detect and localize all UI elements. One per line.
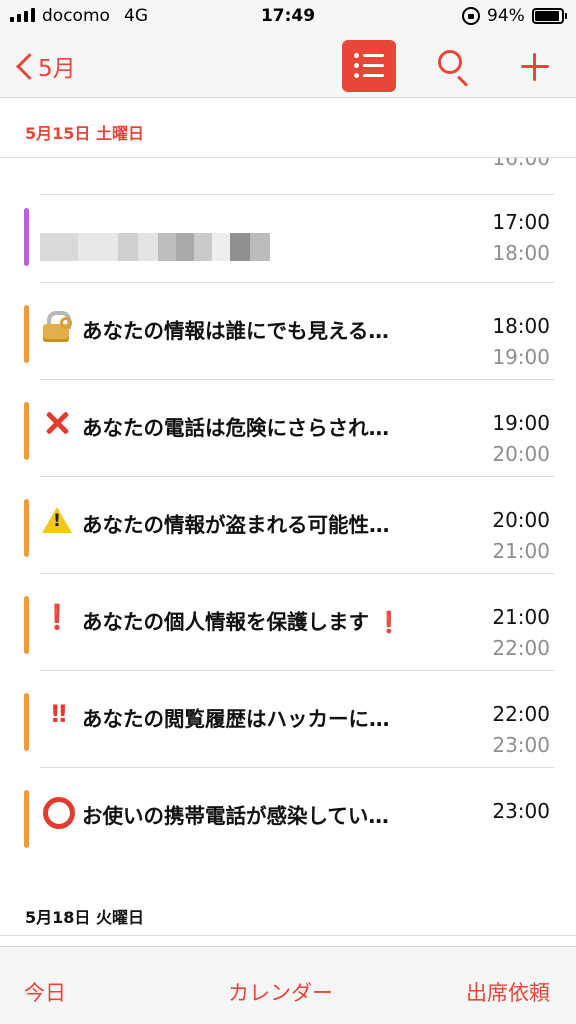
event-row[interactable]: あなたの電話は危険にさらされ… 19:00 20:00 (0, 380, 576, 477)
event-row[interactable]: ❗ あなたの個人情報を保護します ❗ 21:00 22:00 (0, 574, 576, 671)
blurred-event-title (40, 233, 270, 261)
event-row[interactable]: ‼ あなたの閲覧履歴はハッカーに… 22:00 23:00 (0, 671, 576, 768)
event-title: あなたの情報は誰にでも見える… (82, 319, 389, 343)
exclamation-icon: ❗ (42, 603, 72, 631)
event-end-time: 18:00 (492, 241, 550, 265)
event-row[interactable]: あなたの情報は誰にでも見える… 18:00 19:00 (0, 283, 576, 380)
today-button[interactable]: 今日 (24, 977, 66, 1007)
date-section-header: 5月18日 火曜日 (0, 882, 576, 936)
calendar-color-bar (24, 402, 29, 460)
calendar-color-bar (24, 693, 29, 751)
event-row[interactable]: 17:00 18:00 (0, 186, 576, 283)
double-exclamation-icon: ‼ (51, 700, 66, 728)
add-event-button[interactable] (518, 50, 552, 84)
battery-icon (532, 8, 567, 24)
calendar-color-bar (24, 790, 29, 848)
inbox-button[interactable]: 出席依頼 (466, 977, 550, 1007)
event-start-time: 18:00 (492, 314, 550, 338)
section-date: 5月15日 土曜日 (25, 124, 144, 143)
back-button-label: 5月 (38, 56, 76, 82)
cross-mark-icon (40, 406, 74, 440)
status-bar: docomo 4G 17:49 94% (0, 0, 576, 34)
calendar-color-bar (24, 305, 29, 363)
event-end-time: 20:00 (492, 442, 550, 466)
event-end-time: 22:00 (492, 636, 550, 660)
event-title: あなたの情報が盗まれる可能性… (82, 513, 390, 537)
event-start-time: 23:00 (492, 799, 550, 823)
calendar-color-bar (24, 596, 29, 654)
event-end-time: 19:00 (492, 345, 550, 369)
navigation-bar: 5月 (0, 34, 576, 98)
event-title: お使いの携帯電話が感染してい… (82, 804, 389, 828)
exclamation-icon: ❗ (376, 610, 402, 634)
event-start-time: 19:00 (492, 411, 550, 435)
event-title: あなたの電話は危険にさらされ… (82, 416, 390, 440)
chevron-left-icon (12, 48, 38, 84)
section-date: 5月18日 火曜日 (25, 908, 144, 927)
event-title: あなたの個人情報を保護します ❗ (82, 610, 402, 634)
event-start-time: 21:00 (492, 605, 550, 629)
event-start-time: 20:00 (492, 508, 550, 532)
circle-icon (40, 794, 75, 829)
calendars-button[interactable]: カレンダー (228, 977, 333, 1007)
event-row[interactable]: お使いの携帯電話が感染してい… 23:00 (0, 768, 576, 865)
event-end-time: 16:00 (492, 158, 550, 170)
event-list[interactable]: 16:00 17:00 18:00 あなたの情報は誰にでも見える… 18:00 … (0, 158, 576, 882)
lock-icon (40, 309, 74, 343)
calendar-color-bar (24, 499, 29, 557)
orientation-lock-icon (462, 7, 480, 25)
event-end-time: 21:00 (492, 539, 550, 563)
back-to-month-button[interactable]: 5月 (12, 48, 76, 84)
search-button[interactable] (434, 48, 474, 88)
event-start-time: 22:00 (492, 702, 550, 726)
date-section-header: 5月15日 土曜日 (0, 98, 576, 158)
event-start-time: 17:00 (492, 210, 550, 234)
tab-bar: 今日 カレンダー 出席依頼 (0, 946, 576, 1024)
warning-icon (40, 503, 74, 537)
event-title: あなたの閲覧履歴はハッカーに… (82, 707, 390, 731)
list-view-button[interactable] (342, 40, 396, 92)
calendar-color-bar (24, 208, 29, 266)
event-end-time: 23:00 (492, 733, 550, 757)
event-row[interactable]: あなたの情報が盗まれる可能性… 20:00 21:00 (0, 477, 576, 574)
battery-percentage: 94% (487, 6, 525, 26)
